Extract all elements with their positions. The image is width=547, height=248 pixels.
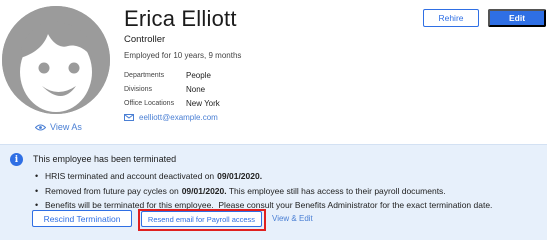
email-text: eelliott@example.com [139, 113, 218, 122]
bullet-item: • Removed from future pay cycles on 09/0… [35, 185, 446, 196]
detail-label: Divisions [124, 85, 153, 93]
employee-name: Erica Elliott [124, 6, 237, 31]
detail-label: Office Locations [124, 99, 175, 107]
avatar-placeholder-icon [2, 6, 110, 114]
bullet-text: Removed from future pay cycles on [45, 185, 179, 196]
bullet-date: 09/01/2020. [217, 171, 263, 182]
avatar [2, 6, 110, 114]
employee-title: Controller [124, 34, 166, 45]
info-icon: i [10, 153, 23, 166]
banner-title: This employee has been terminated [33, 154, 177, 164]
email-link[interactable]: eelliott@example.com [124, 113, 218, 122]
edit-button[interactable]: Edit [488, 9, 546, 27]
detail-row-office-locations: Office Locations New York [124, 96, 220, 110]
detail-label: Departments [124, 71, 165, 79]
bullet-text-after: This employee still has access to their … [226, 185, 446, 196]
view-as-link[interactable]: View As [35, 122, 82, 132]
eye-icon [35, 124, 46, 130]
rescind-termination-button[interactable]: Rescind Termination [32, 210, 132, 227]
banner-bullets: • HRIS terminated and account deactivate… [35, 169, 492, 213]
bullet-item: • HRIS terminated and account deactivate… [35, 171, 263, 182]
view-edit-link[interactable]: View & Edit [272, 214, 313, 223]
rehire-button[interactable]: Rehire [423, 9, 479, 27]
employee-details: Departments People Divisions None Office… [124, 68, 220, 110]
resend-payroll-email-button[interactable]: Resend email for Payroll access [141, 211, 262, 227]
detail-value: New York [186, 98, 220, 108]
detail-row-departments: Departments People [124, 68, 220, 82]
mail-icon [124, 114, 134, 121]
employee-tenure: Employed for 10 years, 9 months [124, 51, 242, 60]
detail-row-divisions: Divisions None [124, 82, 220, 96]
bullet-text: Benefits will be terminated for this emp… [45, 200, 493, 211]
bullet-date: 09/01/2020. [181, 185, 227, 196]
detail-value: None [186, 84, 206, 94]
bullet-text: HRIS terminated and account deactivated … [45, 171, 215, 182]
avatar-section: View As [0, 0, 112, 136]
detail-value: People [186, 70, 211, 80]
view-as-label: View As [50, 122, 82, 132]
